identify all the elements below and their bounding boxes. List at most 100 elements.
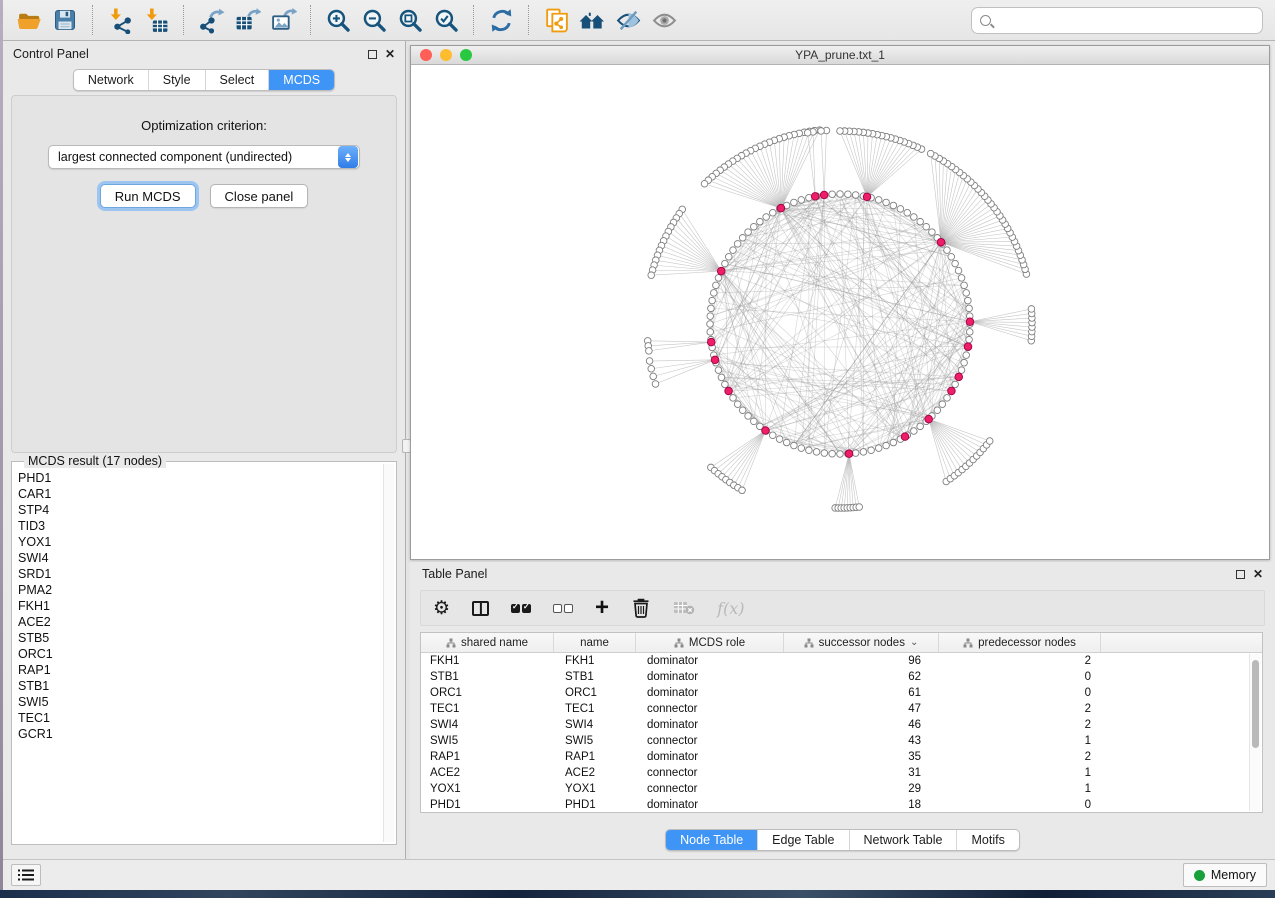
zoom-out-button[interactable] bbox=[356, 3, 392, 37]
close-table-panel-icon[interactable]: ✕ bbox=[1253, 568, 1263, 580]
table-row[interactable]: RAP1RAP1dominator352 bbox=[421, 749, 1262, 765]
import-table-button[interactable] bbox=[138, 3, 174, 37]
tab-network[interactable]: Network bbox=[74, 70, 148, 90]
tab-motifs[interactable]: Motifs bbox=[956, 830, 1018, 850]
mcds-result-item[interactable]: TEC1 bbox=[18, 710, 382, 726]
table-row[interactable]: ORC1ORC1dominator610 bbox=[421, 685, 1262, 701]
hide-selected-button[interactable] bbox=[610, 3, 646, 37]
mcds-result-item[interactable]: SWI4 bbox=[18, 550, 382, 566]
memory-button[interactable]: Memory bbox=[1183, 863, 1267, 887]
table-row[interactable]: SWI4SWI4dominator462 bbox=[421, 717, 1262, 733]
column-header-filler bbox=[1101, 633, 1262, 652]
refresh-view-button[interactable] bbox=[483, 3, 519, 37]
table-row[interactable]: SWI5SWI5connector431 bbox=[421, 733, 1262, 749]
mcds-result-item[interactable]: YOX1 bbox=[18, 534, 382, 550]
cell-predecessor-nodes: 2 bbox=[939, 751, 1101, 763]
table-row[interactable]: FKH1FKH1dominator962 bbox=[421, 653, 1262, 669]
open-file-button[interactable] bbox=[11, 3, 47, 37]
first-neighbors-button[interactable] bbox=[574, 3, 610, 37]
clone-network-button[interactable] bbox=[538, 3, 574, 37]
cell-predecessor-nodes: 1 bbox=[939, 783, 1101, 795]
export-network-button[interactable] bbox=[193, 3, 229, 37]
save-session-button[interactable] bbox=[47, 3, 83, 37]
mcds-result-item[interactable]: SRD1 bbox=[18, 566, 382, 582]
export-image-button[interactable] bbox=[265, 3, 301, 37]
tab-edge-table[interactable]: Edge Table bbox=[757, 830, 848, 850]
table-row[interactable]: ACE2ACE2connector311 bbox=[421, 765, 1262, 781]
table-row[interactable]: TEC1TEC1connector472 bbox=[421, 701, 1262, 717]
mcds-result-list[interactable]: PHD1CAR1STP4TID3YOX1SWI4SRD1PMA2FKH1ACE2… bbox=[18, 470, 382, 840]
column-header-MCDS-role[interactable]: MCDS role bbox=[636, 633, 784, 652]
cell-shared-name: FKH1 bbox=[421, 655, 554, 667]
mcds-result-item[interactable]: PHD1 bbox=[18, 470, 382, 486]
function-builder-button[interactable]: f(x) bbox=[717, 595, 744, 621]
mcds-result-item[interactable]: CAR1 bbox=[18, 486, 382, 502]
show-hidden-button[interactable] bbox=[646, 3, 682, 37]
result-list-scrollbar[interactable] bbox=[383, 464, 394, 842]
export-table-button[interactable] bbox=[229, 3, 265, 37]
table-row[interactable]: YOX1YOX1connector291 bbox=[421, 781, 1262, 797]
delete-column-button[interactable] bbox=[631, 595, 651, 621]
mcds-result-item[interactable]: TID3 bbox=[18, 518, 382, 534]
zoom-fit-button[interactable] bbox=[392, 3, 428, 37]
run-mcds-button[interactable]: Run MCDS bbox=[100, 184, 196, 208]
delete-table-button[interactable] bbox=[673, 595, 695, 621]
graph-nodes[interactable] bbox=[644, 127, 1035, 512]
table-settings-button[interactable]: ⚙ bbox=[433, 595, 450, 621]
zoom-selected-button[interactable] bbox=[428, 3, 464, 37]
cell-successor-nodes: 62 bbox=[784, 671, 939, 683]
eye-slash-icon bbox=[615, 7, 642, 34]
mcds-result-item[interactable]: ORC1 bbox=[18, 646, 382, 662]
select-all-button[interactable] bbox=[511, 595, 531, 621]
tab-mcds[interactable]: MCDS bbox=[268, 70, 334, 90]
add-column-button[interactable]: + bbox=[595, 595, 609, 621]
column-header-name[interactable]: name bbox=[554, 633, 636, 652]
table-scrollbar-thumb[interactable] bbox=[1252, 660, 1259, 748]
mcds-result-item[interactable]: SWI5 bbox=[18, 694, 382, 710]
cell-MCDS-role: dominator bbox=[636, 671, 784, 683]
table-row[interactable]: STB1STB1dominator620 bbox=[421, 669, 1262, 685]
float-table-panel-icon[interactable] bbox=[1236, 570, 1245, 579]
tab-node-table[interactable]: Node Table bbox=[666, 830, 757, 850]
tab-select[interactable]: Select bbox=[205, 70, 269, 90]
search-box[interactable] bbox=[971, 7, 1263, 34]
cell-predecessor-nodes: 1 bbox=[939, 735, 1101, 747]
search-input[interactable] bbox=[997, 12, 1254, 28]
close-panel-button[interactable]: Close panel bbox=[210, 184, 309, 208]
column-header-shared-name[interactable]: shared name bbox=[421, 633, 554, 652]
mcds-result-item[interactable]: STB5 bbox=[18, 630, 382, 646]
table-scrollbar[interactable] bbox=[1249, 654, 1261, 811]
mcds-result-item[interactable]: GCR1 bbox=[18, 726, 382, 742]
zoom-in-button[interactable] bbox=[320, 3, 356, 37]
show-columns-button[interactable] bbox=[472, 595, 489, 621]
column-header-predecessor-nodes[interactable]: predecessor nodes bbox=[939, 633, 1101, 652]
desktop: Control Panel ✕ Network Style Select MCD… bbox=[0, 0, 1275, 898]
float-panel-icon[interactable] bbox=[368, 50, 377, 59]
table-row[interactable]: PHD1PHD1dominator180 bbox=[421, 797, 1262, 813]
tab-style[interactable]: Style bbox=[148, 70, 205, 90]
close-panel-icon[interactable]: ✕ bbox=[385, 48, 395, 60]
import-network-button[interactable] bbox=[102, 3, 138, 37]
cell-MCDS-role: dominator bbox=[636, 799, 784, 811]
mcds-result-item[interactable]: FKH1 bbox=[18, 598, 382, 614]
column-header-successor-nodes[interactable]: successor nodes⌄ bbox=[784, 633, 939, 652]
mcds-result-item[interactable]: RAP1 bbox=[18, 662, 382, 678]
tab-network-table[interactable]: Network Table bbox=[849, 830, 957, 850]
mcds-result-item[interactable]: STP4 bbox=[18, 502, 382, 518]
refresh-icon bbox=[488, 7, 515, 34]
network-window-titlebar[interactable]: YPA_prune.txt_1 bbox=[411, 46, 1269, 65]
network-canvas[interactable] bbox=[411, 65, 1269, 559]
mcds-result-item[interactable]: STB1 bbox=[18, 678, 382, 694]
table-body[interactable]: FKH1FKH1dominator962STB1STB1dominator620… bbox=[421, 653, 1262, 813]
mcds-result-item[interactable]: ACE2 bbox=[18, 614, 382, 630]
network-graph[interactable] bbox=[411, 65, 1269, 559]
control-panel: Control Panel ✕ Network Style Select MCD… bbox=[3, 41, 405, 859]
table-panel-title: Table Panel bbox=[422, 567, 487, 581]
mcds-result-item[interactable]: PMA2 bbox=[18, 582, 382, 598]
task-history-button[interactable] bbox=[11, 864, 41, 886]
criterion-select[interactable]: largest connected component (undirected) bbox=[48, 145, 360, 169]
table-header-row[interactable]: shared namenameMCDS rolesuccessor nodes⌄… bbox=[421, 633, 1262, 653]
deselect-all-button[interactable] bbox=[553, 595, 573, 621]
status-bar: Memory bbox=[3, 859, 1275, 890]
cell-MCDS-role: dominator bbox=[636, 751, 784, 763]
